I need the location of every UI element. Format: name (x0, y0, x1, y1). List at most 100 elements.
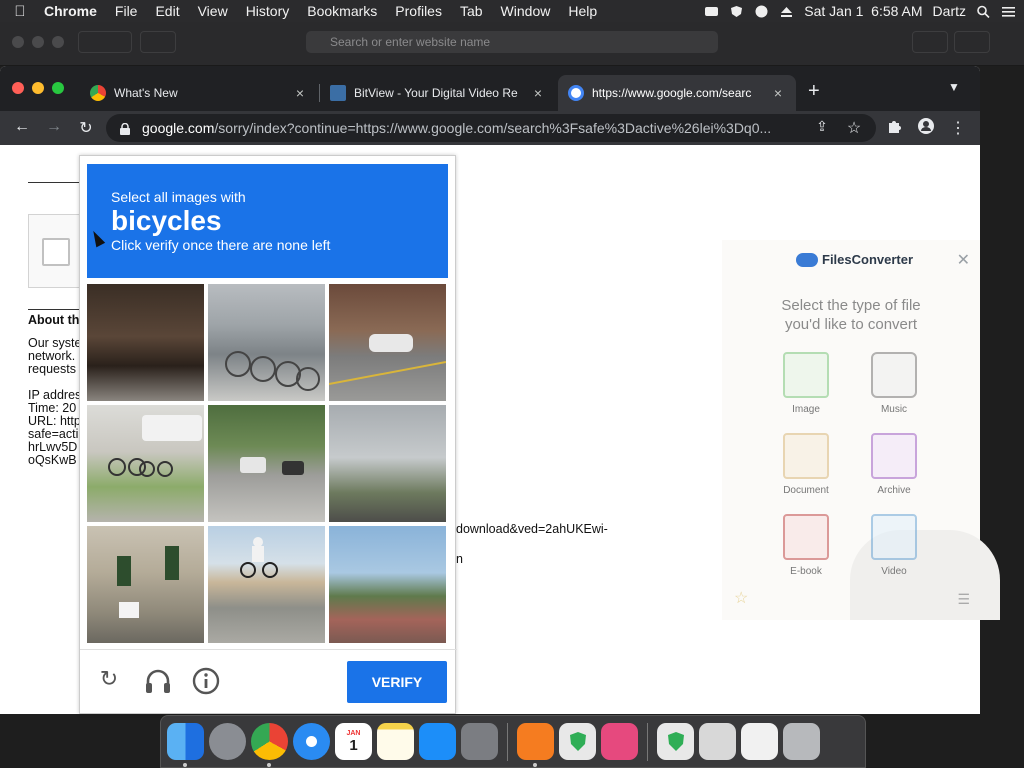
panel-close-icon[interactable]: ✕ (957, 250, 970, 270)
image-tile[interactable] (208, 284, 325, 401)
dock-preview-icon[interactable] (741, 723, 778, 760)
recaptcha-checkbox[interactable] (42, 238, 70, 266)
menu-profiles[interactable]: Profiles (386, 3, 451, 19)
challenge-instruction: Select all images with (111, 189, 246, 205)
window-close-button[interactable] (12, 82, 24, 94)
convert-image-option[interactable]: Image (766, 352, 846, 415)
convert-document-option[interactable]: Document (766, 433, 846, 496)
image-tile[interactable] (87, 526, 204, 643)
image-tile[interactable] (87, 284, 204, 401)
image-tile[interactable] (329, 284, 446, 401)
new-tab-plus-icon[interactable]: + (808, 80, 820, 103)
divider (28, 309, 80, 310)
reload-icon[interactable]: ↻ (76, 118, 96, 138)
menu-view[interactable]: View (189, 3, 237, 19)
settings-sliders-icon[interactable]: ☰ (957, 591, 970, 608)
tab-close-icon[interactable]: × (292, 85, 308, 101)
dock-calendar-icon[interactable]: JAN 1 (335, 723, 372, 760)
tab-whats-new[interactable]: What's New × (80, 75, 318, 111)
image-tile[interactable] (208, 526, 325, 643)
convert-ebook-option[interactable]: E-book (766, 514, 846, 577)
dock-trash-icon[interactable] (783, 723, 820, 760)
dock-safari-icon[interactable] (293, 723, 330, 760)
document-icon (783, 433, 829, 479)
audio-challenge-headphones-icon[interactable] (143, 666, 173, 696)
apple-menu-icon[interactable]:  (0, 3, 40, 20)
image-tile[interactable] (329, 405, 446, 522)
extensions-puzzle-icon[interactable] (884, 118, 904, 139)
rate-star-icon[interactable]: ☆ (734, 588, 748, 608)
calendar-month: JAN (346, 729, 361, 737)
dock-downloads-icon[interactable] (699, 723, 736, 760)
window-maximize-button[interactable] (52, 82, 64, 94)
control-center-icon[interactable] (1001, 5, 1016, 18)
menu-history[interactable]: History (237, 3, 299, 19)
dock-app-store-icon[interactable] (419, 723, 456, 760)
verify-button[interactable]: VERIFY (347, 661, 447, 703)
convert-archive-option[interactable]: Archive (854, 433, 934, 496)
menu-tab[interactable]: Tab (451, 3, 492, 19)
background-nav-buttons[interactable] (78, 31, 132, 53)
menu-app-name[interactable]: Chrome (40, 3, 106, 19)
tab-title: What's New (114, 86, 178, 100)
eject-icon[interactable] (779, 5, 794, 18)
dock-shield-icon[interactable] (559, 723, 596, 760)
url-path: /sorry/index?continue=https://www.google… (214, 120, 772, 136)
vpn-shield-icon[interactable] (729, 5, 744, 18)
chrome-menu-kebab-icon[interactable]: ⋮ (948, 118, 968, 138)
bookmark-star-icon[interactable]: ☆ (844, 118, 864, 138)
dock-launchpad-icon[interactable] (209, 723, 246, 760)
menu-help[interactable]: Help (559, 3, 606, 19)
challenge-sub-instruction: Click verify once there are none left (111, 237, 331, 253)
video-icon (871, 514, 917, 560)
dock-slides-icon[interactable] (601, 723, 638, 760)
challenge-target: bicycles (111, 205, 222, 236)
image-tile[interactable] (208, 405, 325, 522)
avast-status-icon[interactable] (754, 5, 769, 18)
background-sidebar-button[interactable] (140, 31, 176, 53)
tab-title: https://www.google.com/searc (592, 86, 752, 100)
reload-challenge-icon[interactable]: ↻ (94, 666, 124, 696)
url-host: google.com (142, 120, 215, 136)
dock-chrome-icon[interactable] (251, 723, 288, 767)
image-tile[interactable] (87, 405, 204, 522)
option-label: Archive (877, 485, 911, 496)
background-share-button[interactable] (912, 31, 948, 53)
forward-arrow-icon[interactable]: → (44, 118, 64, 136)
tab-close-icon[interactable]: × (530, 85, 546, 101)
recaptcha-footer: ↻ VERIFY (80, 649, 457, 715)
menu-window[interactable]: Window (492, 3, 560, 19)
share-icon[interactable]: ⇪ (812, 118, 832, 135)
address-bar[interactable]: google.com/sorry/index?continue=https://… (106, 114, 876, 142)
convert-video-option[interactable]: Video (854, 514, 934, 577)
info-icon[interactable] (191, 666, 221, 696)
dock-avast-icon[interactable] (517, 723, 554, 767)
menu-file[interactable]: File (106, 3, 147, 19)
background-address-bar[interactable]: Search or enter website name (306, 31, 718, 53)
spotlight-search-icon[interactable] (976, 5, 991, 18)
convert-music-option[interactable]: Music (854, 352, 934, 415)
tab-search-chevron-icon[interactable]: ▼ (948, 80, 960, 94)
tab-strip: What's New × BitView - Your Digital Vide… (0, 66, 980, 111)
dock-security-shield-icon[interactable] (657, 723, 694, 760)
notification-icon[interactable] (704, 5, 719, 18)
menu-clock[interactable]: Sat Jan 1 6:58 AM (804, 3, 922, 19)
dock-system-preferences-gear-icon[interactable] (461, 723, 498, 760)
lock-icon[interactable] (120, 122, 130, 135)
archive-icon (871, 433, 917, 479)
menu-bookmarks[interactable]: Bookmarks (298, 3, 386, 19)
tab-bitview[interactable]: BitView - Your Digital Video Re × (320, 75, 556, 111)
tab-close-icon[interactable]: × (770, 85, 786, 101)
dock-finder-icon[interactable] (167, 723, 204, 767)
dock-notes-icon[interactable] (377, 723, 414, 760)
background-window-controls (12, 36, 64, 48)
profile-avatar-icon[interactable] (916, 118, 936, 139)
menu-user[interactable]: Dartz (933, 3, 966, 19)
image-grid (87, 284, 448, 644)
tab-google-search[interactable]: https://www.google.com/searc × (558, 75, 796, 111)
window-minimize-button[interactable] (32, 82, 44, 94)
image-tile[interactable] (329, 526, 446, 643)
menu-edit[interactable]: Edit (146, 3, 188, 19)
background-tabs-button[interactable] (954, 31, 990, 53)
back-arrow-icon[interactable]: ← (12, 118, 32, 136)
